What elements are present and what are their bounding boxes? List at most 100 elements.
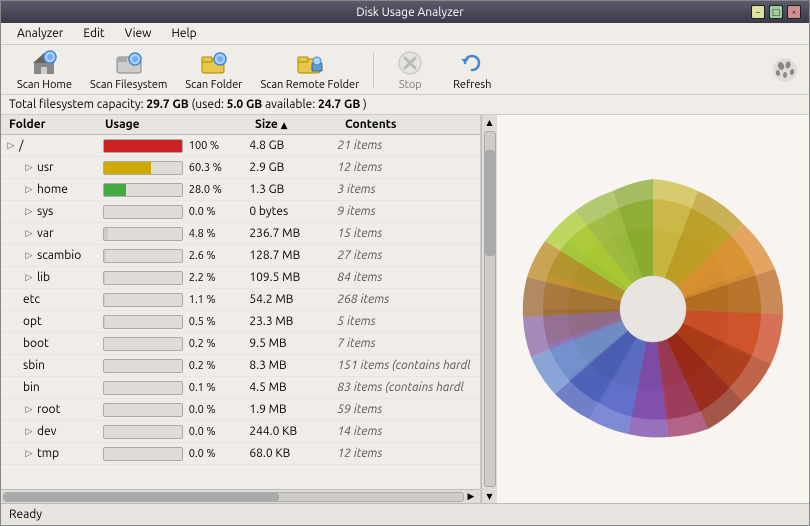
usage-cell: 60.3 % — [99, 161, 246, 175]
usage-cell: 0.0 % — [99, 403, 246, 417]
vscroll-up-arrow[interactable]: ▲ — [483, 115, 497, 129]
expand-button[interactable]: ▷ — [23, 426, 35, 438]
expand-button[interactable]: ▷ — [23, 272, 35, 284]
expand-button[interactable]: ▷ — [23, 184, 35, 196]
table-row[interactable]: bin0.1 %4.5 MB83 items (contains hardl — [1, 377, 480, 399]
vscroll-thumb[interactable] — [485, 150, 495, 256]
table-row[interactable]: ▷home28.0 %1.3 GB3 items — [1, 179, 480, 201]
scan-remote-icon — [296, 49, 324, 77]
table-body: ▷/100 %4.8 GB21 items▷usr60.3 %2.9 GB12 … — [1, 135, 480, 489]
folder-column-header: Folder — [1, 118, 101, 131]
usage-bar-fill — [104, 228, 108, 240]
usage-cell: 0.5 % — [99, 315, 246, 329]
usage-cell: 4.8 % — [99, 227, 246, 241]
usage-bar-background — [103, 139, 183, 153]
refresh-button[interactable]: Refresh — [442, 45, 502, 95]
vscroll-down-arrow[interactable]: ▼ — [483, 489, 497, 503]
window-controls: – □ × — [751, 5, 801, 19]
scan-folder-label: Scan Folder — [185, 79, 242, 91]
hscroll-thumb[interactable] — [4, 493, 279, 501]
disk-chart — [497, 115, 809, 503]
minimize-button[interactable]: – — [751, 5, 765, 19]
expand-button[interactable]: ▷ — [5, 140, 17, 152]
table-row[interactable]: opt0.5 %23.3 MB5 items — [1, 311, 480, 333]
table-row[interactable]: ▷var4.8 %236.7 MB15 items — [1, 223, 480, 245]
table-row[interactable]: ▷/100 %4.8 GB21 items — [1, 135, 480, 157]
usage-bar-fill — [104, 272, 106, 284]
table-row[interactable]: boot0.2 %9.5 MB7 items — [1, 333, 480, 355]
scan-folder-button[interactable]: Scan Folder — [177, 45, 250, 95]
folder-name-cell: ▷home — [1, 183, 99, 196]
table-row[interactable]: ▷usr60.3 %2.9 GB12 items — [1, 157, 480, 179]
scan-home-button[interactable]: Scan Home — [9, 45, 80, 95]
table-row[interactable]: ▷scambio2.6 %128.7 MB27 items — [1, 245, 480, 267]
expand-button[interactable]: ▷ — [23, 404, 35, 416]
contents-cell: 84 items — [333, 271, 480, 284]
hscroll-track[interactable] — [3, 492, 464, 502]
contents-cell: 12 items — [333, 161, 480, 174]
menu-analyzer[interactable]: Analyzer — [9, 25, 71, 42]
usage-bar-fill — [104, 316, 105, 328]
size-cell: 109.5 MB — [245, 271, 333, 284]
folder-name-cell: ▷usr — [1, 161, 99, 174]
expand-button[interactable]: ▷ — [23, 250, 35, 262]
table-header: Folder Usage Size ▲ Contents — [1, 115, 480, 135]
vscroll-track[interactable] — [484, 131, 496, 487]
usage-cell: 0.2 % — [99, 359, 246, 373]
close-button[interactable]: × — [787, 5, 801, 19]
usage-percent: 0.0 % — [189, 206, 224, 218]
expand-button[interactable]: ▷ — [23, 448, 35, 460]
size-cell: 8.3 MB — [245, 359, 333, 372]
folder-label: home — [37, 183, 68, 196]
usage-percent: 2.6 % — [189, 250, 224, 262]
menu-edit[interactable]: Edit — [75, 25, 112, 42]
vertical-scrollbar[interactable]: ▲ ▼ — [481, 115, 497, 503]
folder-label: root — [37, 403, 60, 416]
usage-cell: 2.2 % — [99, 271, 246, 285]
scan-home-icon — [30, 49, 58, 77]
table-row[interactable]: etc1.1 %54.2 MB268 items — [1, 289, 480, 311]
folder-name-cell: boot — [1, 337, 99, 350]
scan-home-label: Scan Home — [17, 79, 72, 91]
contents-cell: 27 items — [333, 249, 480, 262]
stop-button[interactable]: Stop — [380, 45, 440, 95]
table-row[interactable]: ▷sys0.0 %0 bytes9 items — [1, 201, 480, 223]
usage-bar-background — [103, 161, 183, 175]
usage-bar-background — [103, 337, 183, 351]
expand-button[interactable]: ▷ — [23, 228, 35, 240]
menu-view[interactable]: View — [117, 25, 160, 42]
folder-name-cell: ▷/ — [1, 139, 99, 152]
size-column-header[interactable]: Size ▲ — [251, 118, 341, 131]
horizontal-scrollbar[interactable]: ▶ — [1, 489, 480, 503]
contents-cell: 83 items (contains hardl — [333, 381, 480, 394]
expand-button[interactable]: ▷ — [23, 162, 35, 174]
usage-bar-fill — [104, 162, 151, 174]
menu-help[interactable]: Help — [163, 25, 204, 42]
expand-button[interactable]: ▷ — [23, 206, 35, 218]
folder-name-cell: ▷sys — [1, 205, 99, 218]
table-row[interactable]: sbin0.2 %8.3 MB151 items (contains hardl — [1, 355, 480, 377]
contents-cell: 151 items (contains hardl — [333, 359, 480, 372]
contents-cell: 15 items — [333, 227, 480, 240]
toolbar-separator — [373, 52, 374, 88]
folder-name-cell: ▷root — [1, 403, 99, 416]
table-row[interactable]: ▷lib2.2 %109.5 MB84 items — [1, 267, 480, 289]
usage-bar-background — [103, 447, 183, 461]
folder-name-cell: ▷scambio — [1, 249, 99, 262]
usage-percent: 28.0 % — [189, 184, 224, 196]
table-row[interactable]: ▷root0.0 %1.9 MB59 items — [1, 399, 480, 421]
usage-bar-fill — [104, 184, 126, 196]
table-row[interactable]: ▷tmp0.0 %68.0 KB12 items — [1, 443, 480, 465]
scan-filesystem-button[interactable]: Scan Filesystem — [82, 45, 175, 95]
hscroll-right-arrow[interactable]: ▶ — [464, 490, 478, 504]
main-content: Folder Usage Size ▲ Contents ▷/100 %4.8 … — [1, 115, 809, 503]
status-info: Total filesystem capacity: 29.7 GB (used… — [1, 95, 809, 115]
contents-cell: 3 items — [333, 183, 480, 196]
toolbar: Scan Home Scan Filesystem Scan Folder — [1, 45, 809, 95]
contents-column-header: Contents — [341, 118, 441, 131]
usage-bar-fill — [104, 140, 182, 152]
maximize-button[interactable]: □ — [769, 5, 783, 19]
table-row[interactable]: ▷dev0.0 %244.0 KB14 items — [1, 421, 480, 443]
status-bar: Ready — [1, 503, 809, 525]
scan-remote-button[interactable]: Scan Remote Folder — [252, 45, 367, 95]
